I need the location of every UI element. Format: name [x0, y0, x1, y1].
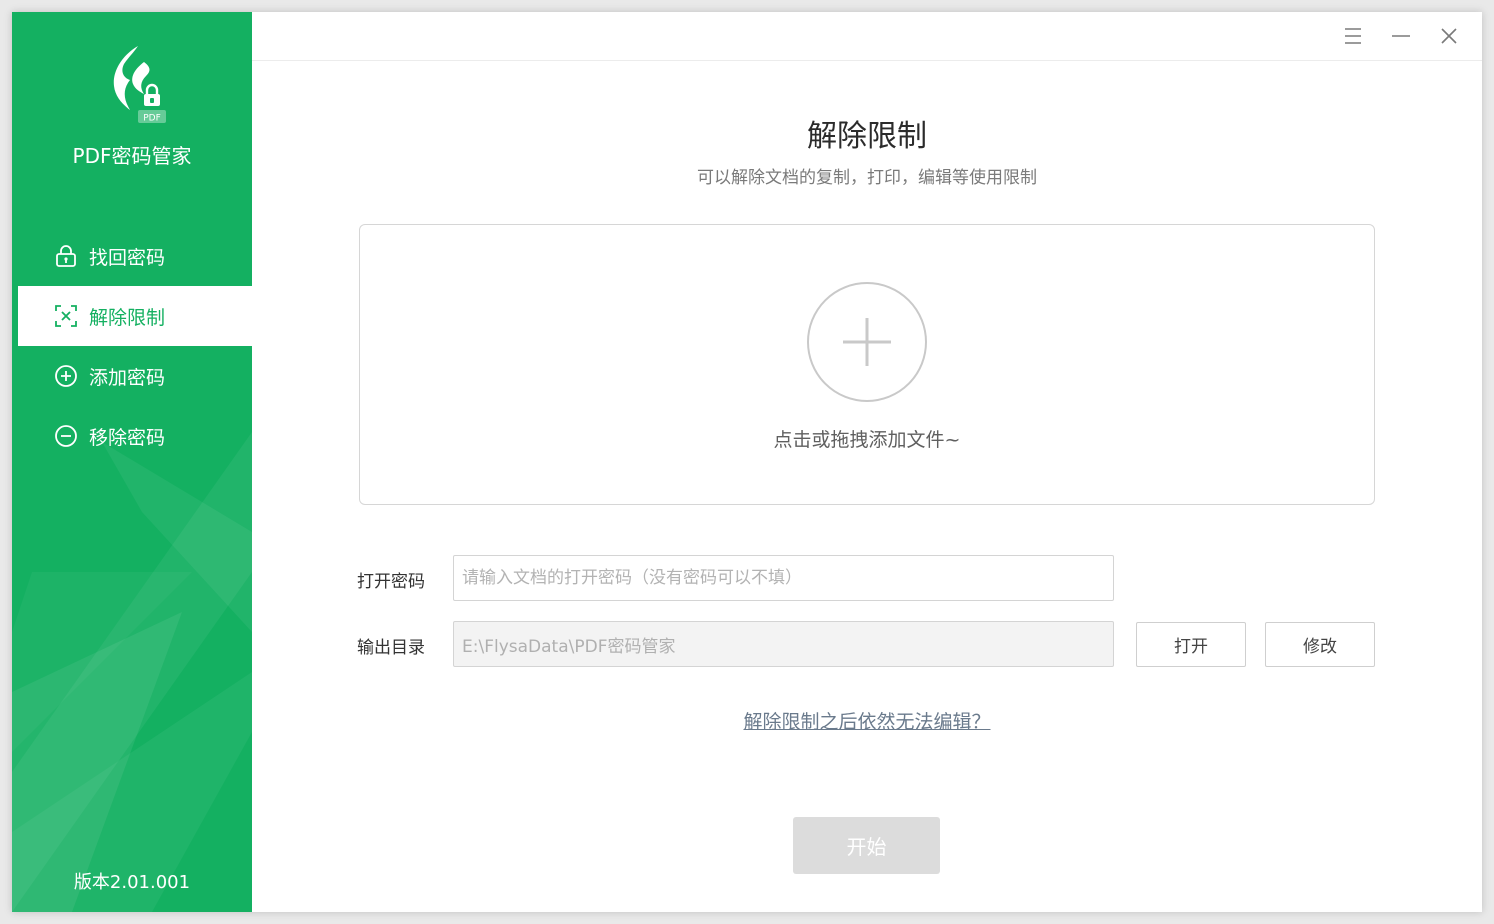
dropzone-hint: 点击或拖拽添加文件~ [773, 429, 961, 451]
sidebar-item-label: 解除限制 [89, 306, 166, 329]
open-password-label: 打开密码 [357, 572, 425, 592]
output-dir-label: 输出目录 [357, 638, 425, 658]
sidebar-item-label: 移除密码 [89, 426, 166, 449]
app-window: PDF PDF密码管家 找回密码 解除限制 添加密码 移除密码 版本2.01.0… [12, 12, 1482, 912]
sidebar: PDF PDF密码管家 找回密码 解除限制 添加密码 移除密码 版本2.01.0… [12, 12, 252, 912]
sidebar-nav: 找回密码 解除限制 添加密码 移除密码 [18, 226, 252, 466]
sidebar-item-recover-password[interactable]: 找回密码 [18, 226, 252, 286]
output-dir-field[interactable] [453, 621, 1114, 667]
sidebar-item-unrestrict[interactable]: 解除限制 [18, 286, 252, 346]
titlebar [252, 12, 1482, 61]
plus-icon [843, 318, 891, 366]
plus-circle-icon [55, 365, 77, 387]
version-label: 版本2.01.001 [73, 872, 191, 893]
sidebar-item-add-password[interactable]: 添加密码 [18, 346, 252, 406]
start-button[interactable]: 开始 [793, 817, 940, 874]
lock-icon [56, 245, 76, 267]
app-name: PDF密码管家 [72, 144, 192, 168]
unrestrict-icon [55, 305, 77, 327]
sidebar-item-label: 找回密码 [89, 246, 166, 269]
minus-circle-icon [55, 425, 77, 447]
menu-icon[interactable] [1341, 24, 1365, 48]
page-title: 解除限制 [807, 119, 927, 154]
sidebar-item-remove-password[interactable]: 移除密码 [18, 406, 252, 466]
modify-folder-button[interactable]: 修改 [1265, 622, 1375, 667]
sidebar-item-label: 添加密码 [89, 366, 166, 389]
help-link[interactable]: 解除限制之后依然无法编辑？ [743, 711, 990, 733]
help-link-container: 解除限制之后依然无法编辑？ [252, 707, 1482, 734]
file-dropzone[interactable]: 点击或拖拽添加文件~ [359, 224, 1375, 505]
main-panel: 解除限制 可以解除文档的复制，打印，编辑等使用限制 点击或拖拽添加文件~ 打开密… [252, 61, 1482, 912]
add-file-button[interactable] [807, 282, 927, 402]
logo-badge: PDF [143, 114, 161, 124]
close-icon[interactable] [1437, 24, 1461, 48]
minimize-icon[interactable] [1389, 24, 1413, 48]
page-subtitle: 可以解除文档的复制，打印，编辑等使用限制 [697, 168, 1037, 188]
open-password-input[interactable] [453, 555, 1114, 601]
app-logo: PDF [113, 46, 166, 124]
open-folder-button[interactable]: 打开 [1136, 622, 1246, 667]
